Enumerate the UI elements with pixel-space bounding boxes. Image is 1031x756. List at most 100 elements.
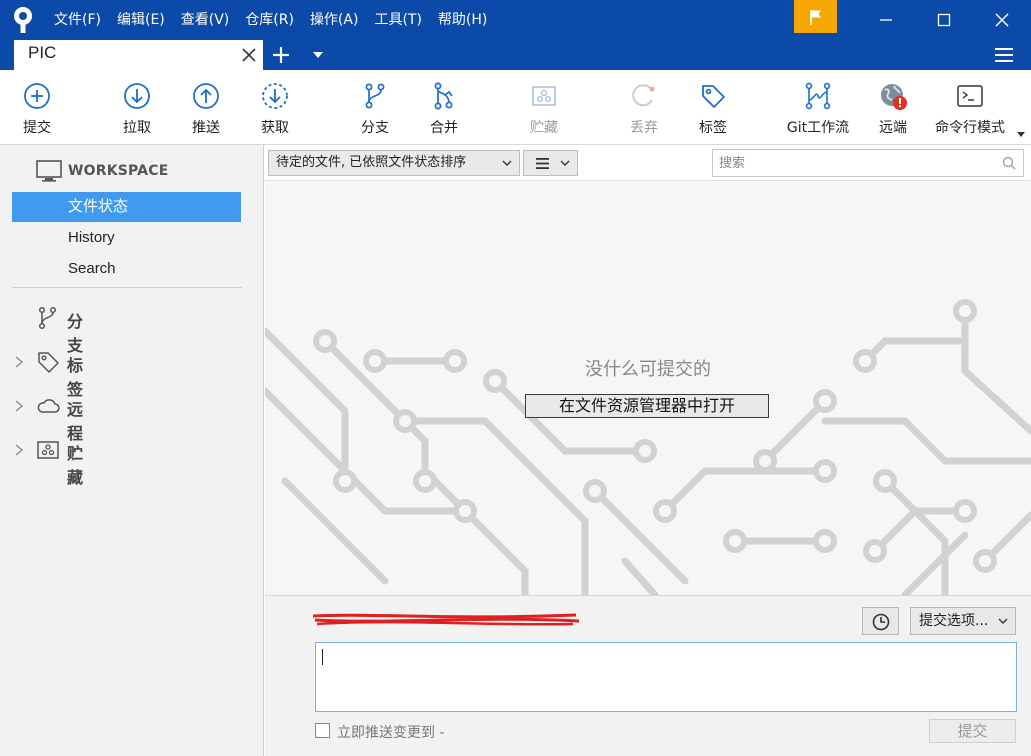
terminal-icon <box>957 85 983 107</box>
pull-toolbar-label: 拉取 <box>123 120 151 136</box>
commit-message-input[interactable] <box>315 642 1017 712</box>
menu-actions[interactable]: 操作(A) <box>302 0 367 40</box>
hamburger-menu-icon[interactable] <box>993 44 1015 66</box>
menu-tools[interactable]: 工具(T) <box>366 0 429 40</box>
menu-help[interactable]: 帮助(H) <box>430 0 495 40</box>
tab-label: PIC <box>28 43 57 62</box>
sidebar-item-history[interactable]: History <box>12 223 241 253</box>
sidebar-item-file-status[interactable]: 文件状态 <box>12 192 241 222</box>
empty-state-message: 没什么可提交的 <box>585 359 711 380</box>
tag-toolbar-button[interactable]: 标签 <box>684 70 742 145</box>
circuit-background-illustration <box>265 299 1031 595</box>
branch-icon <box>365 83 385 109</box>
push-immediately-label: 立即推送变更到 - <box>337 725 445 741</box>
chevron-right-icon[interactable] <box>14 444 24 456</box>
commit-options-label: 提交选项... <box>919 613 989 629</box>
push-toolbar-button[interactable]: 推送 <box>177 70 235 145</box>
workspace-label: WORKSPACE <box>68 163 169 179</box>
commit-toolbar-button[interactable]: 提交 <box>8 70 66 145</box>
sidebar-group-label: 贮藏 <box>67 444 84 487</box>
sidebar-group-label: 标签 <box>67 356 84 399</box>
filter-bar: 待定的文件, 已依照文件状态排序 <box>265 145 1031 181</box>
file-sort-dropdown[interactable]: 待定的文件, 已依照文件状态排序 <box>268 150 520 176</box>
stash-toolbar-button[interactable]: 贮藏 <box>515 70 573 145</box>
branch-toolbar-label: 分支 <box>361 120 389 136</box>
fetch-toolbar-button[interactable]: 获取 <box>246 70 304 145</box>
open-in-explorer-button[interactable]: 在文件资源管理器中打开 <box>525 394 769 418</box>
menu-view[interactable]: 查看(V) <box>173 0 238 40</box>
menu-edit[interactable]: 编辑(E) <box>109 0 173 40</box>
gitflow-toolbar-label: Git工作流 <box>786 120 850 136</box>
minimize-button[interactable] <box>857 0 915 40</box>
file-status-panel: 待定的文件, 已依照文件状态排序 搜索 没什么可提交的 在文件资源管理器中打开 <box>265 145 1031 595</box>
new-tab-icon[interactable] <box>270 44 292 66</box>
push-icon <box>193 83 219 109</box>
remote-toolbar-button[interactable]: 远端 <box>864 70 922 145</box>
merge-toolbar-label: 合并 <box>430 120 458 136</box>
file-sort-label: 待定的文件, 已依照文件状态排序 <box>276 155 467 170</box>
tab-close-icon[interactable] <box>240 46 258 64</box>
chevron-right-icon[interactable] <box>14 356 24 368</box>
fetch-toolbar-label: 获取 <box>261 120 289 136</box>
commit-options-dropdown[interactable]: 提交选项... <box>910 607 1016 635</box>
toolbar: 提交 拉取 推送 获取 分支 合并 贮藏 丢弃 标签 Git工作流 远端 命令行… <box>0 70 1031 145</box>
close-window-button[interactable] <box>973 0 1031 40</box>
stash-icon <box>37 441 59 459</box>
discard-toolbar-label: 丢弃 <box>630 120 658 136</box>
fetch-icon <box>262 83 288 109</box>
tab-pic[interactable]: PIC <box>14 40 263 70</box>
monitor-icon <box>36 160 62 182</box>
commit-icon <box>24 83 50 109</box>
stash-icon <box>532 86 556 106</box>
gitflow-icon <box>805 82 831 110</box>
title-bar: 文件(F) 编辑(E) 查看(V) 仓库(R) 操作(A) 工具(T) 帮助(H… <box>0 0 1031 40</box>
sidebar-group-label: 远程 <box>67 400 84 443</box>
sourcetree-logo-icon <box>14 7 32 33</box>
discard-icon <box>632 84 655 107</box>
redacted-author-scribble <box>312 613 580 626</box>
toolbar-overflow-icon[interactable] <box>1017 132 1025 138</box>
search-icon <box>1002 156 1016 170</box>
maximize-icon <box>937 13 951 27</box>
text-caret <box>322 649 323 665</box>
search-input[interactable] <box>719 153 989 173</box>
clock-icon <box>872 613 890 631</box>
chevron-right-icon[interactable] <box>14 400 24 412</box>
chevron-down-icon <box>502 160 512 166</box>
pull-icon <box>124 83 150 109</box>
sidebar-item-search[interactable]: Search <box>12 254 241 284</box>
maximize-button[interactable] <box>915 0 973 40</box>
tag-icon <box>702 85 725 108</box>
commit-button[interactable]: 提交 <box>929 719 1016 743</box>
chevron-down-icon <box>560 160 570 166</box>
commit-panel: 提交选项... 立即推送变更到 - 提交 <box>265 595 1031 756</box>
view-mode-dropdown[interactable] <box>523 150 578 176</box>
menu-bar: 文件(F) 编辑(E) 查看(V) 仓库(R) 操作(A) 工具(T) 帮助(H… <box>46 0 495 40</box>
merge-toolbar-button[interactable]: 合并 <box>415 70 473 145</box>
tab-list-dropdown-icon[interactable] <box>312 50 324 60</box>
chevron-down-icon <box>998 618 1008 624</box>
tab-bar: PIC <box>0 40 1031 70</box>
branch-toolbar-button[interactable]: 分支 <box>346 70 404 145</box>
menu-repository[interactable]: 仓库(R) <box>237 0 302 40</box>
merge-icon <box>434 82 453 110</box>
search-box[interactable] <box>712 149 1024 177</box>
discard-toolbar-button[interactable]: 丢弃 <box>615 70 673 145</box>
minimize-icon <box>880 19 892 21</box>
terminal-toolbar-label: 命令行模式 <box>935 120 1005 136</box>
tag-icon <box>38 352 59 373</box>
sidebar-group-label: 分支 <box>67 312 84 355</box>
checkbox-box[interactable] <box>315 723 330 738</box>
gitflow-toolbar-button[interactable]: Git工作流 <box>780 70 856 145</box>
sidebar-divider <box>12 287 242 288</box>
sidebar: WORKSPACE 文件状态 History Search 分支 标签 远程 贮… <box>0 145 264 756</box>
terminal-toolbar-button[interactable]: 命令行模式 <box>928 70 1012 145</box>
commit-history-button[interactable] <box>862 607 899 635</box>
globe-icon <box>881 84 907 110</box>
menu-file[interactable]: 文件(F) <box>46 0 109 40</box>
remote-toolbar-label: 远端 <box>879 120 907 136</box>
close-icon <box>995 13 1009 27</box>
branch-icon <box>38 306 57 330</box>
flag-button[interactable] <box>794 0 837 33</box>
pull-toolbar-button[interactable]: 拉取 <box>108 70 166 145</box>
